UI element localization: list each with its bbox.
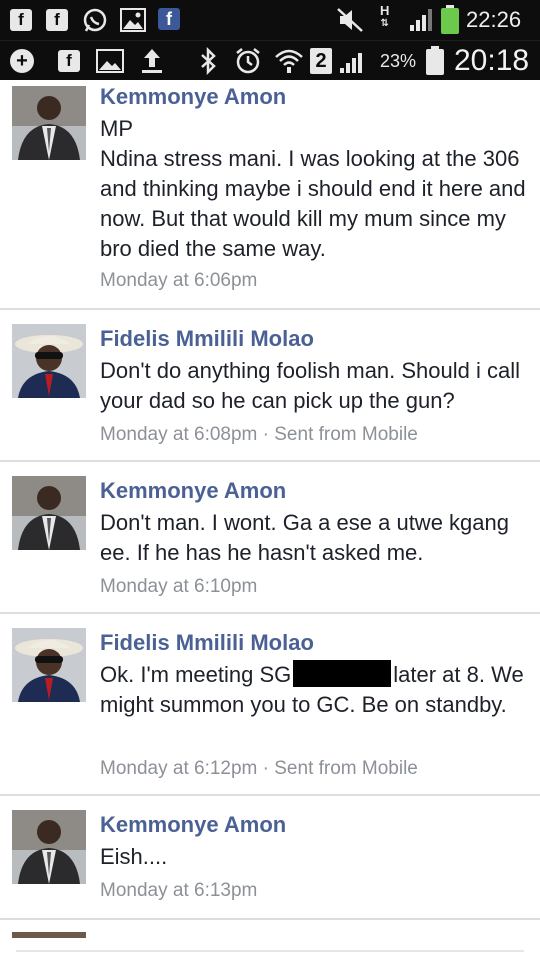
message-text: Eish.... <box>100 844 168 869</box>
message-author[interactable]: Fidelis Mmilili Molao <box>100 326 314 352</box>
message-timestamp: Monday at 6:06pm <box>100 270 258 291</box>
message-item: Kemmonye Amon Don't man. I wont. Ga a es… <box>0 464 540 614</box>
gallery-icon <box>120 8 146 32</box>
hspa-icon: H ⇅ <box>380 3 390 29</box>
avatar[interactable] <box>12 628 86 702</box>
bluetooth-icon <box>198 47 218 75</box>
facebook-lite-icon: f <box>46 9 68 31</box>
message-timestamp: Monday at 6:08pm · Sent from Mobile <box>100 424 418 445</box>
facebook-icon: f <box>158 8 180 30</box>
facebook-lite-icon: f <box>10 9 32 31</box>
add-icon: + <box>10 49 34 73</box>
avatar[interactable] <box>12 810 86 884</box>
message-item: Kemmonye Amon Eish.... Monday at 6:13pm <box>0 798 540 920</box>
sim-indicator: 2 <box>310 48 332 74</box>
wifi-icon <box>274 47 304 75</box>
divider <box>16 950 524 952</box>
next-avatar-partial <box>12 932 86 938</box>
gallery-icon <box>96 49 124 73</box>
avatar[interactable] <box>12 324 86 398</box>
avatar[interactable] <box>12 86 86 160</box>
whatsapp-icon <box>82 7 108 33</box>
message-author[interactable]: Kemmonye Amon <box>100 84 286 110</box>
message-text: Don't man. I wont. Ga a ese a utwe kgang… <box>100 510 509 565</box>
upload-icon <box>140 47 164 75</box>
message-item: Fidelis Mmilili Molao Don't do anything … <box>0 312 540 462</box>
message-author[interactable]: Kemmonye Amon <box>100 812 286 838</box>
status-bar-bottom: + f 2 23% 20:18 <box>0 40 540 80</box>
alarm-icon <box>234 47 262 75</box>
message-timestamp: Monday at 6:10pm <box>100 576 258 597</box>
message-timestamp: Monday at 6:12pm · Sent from Mobile <box>100 758 418 779</box>
battery-percent: 23% <box>380 51 417 71</box>
avatar[interactable] <box>12 476 86 550</box>
message-item: Fidelis Mmilili Molao Ok. I'm meeting SG… <box>0 616 540 796</box>
facebook-lite-icon: f <box>58 50 80 72</box>
battery-icon <box>426 46 444 75</box>
status-time-bottom: 20:18 <box>454 44 530 77</box>
signal-icon <box>410 9 432 31</box>
mute-icon <box>336 7 364 33</box>
redaction-box <box>293 660 392 687</box>
signal-icon <box>340 51 362 73</box>
message-author[interactable]: Fidelis Mmilili Molao <box>100 630 314 656</box>
message-item: Kemmonye Amon MP Ndina stress mani. I wa… <box>0 80 540 310</box>
message-text: MP Ndina stress mani. I was looking at t… <box>100 116 526 261</box>
message-author[interactable]: Kemmonye Amon <box>100 478 286 504</box>
message-text: Ok. I'm meeting SG later at 8. We might s… <box>100 660 524 717</box>
status-bar-top: f f f H ⇅ 22:26 <box>0 0 540 40</box>
message-text: Don't do anything foolish man. Should i … <box>100 358 521 413</box>
battery-charging-icon <box>441 5 459 34</box>
message-timestamp: Monday at 6:13pm <box>100 880 258 901</box>
status-time-top: 22:26 <box>466 7 522 32</box>
